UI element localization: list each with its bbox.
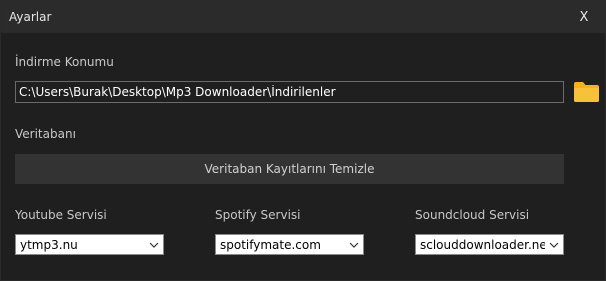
spotify-service-select[interactable]: spotifymate.com <box>215 234 364 255</box>
spotify-service-label: Spotify Servisi <box>215 208 301 222</box>
clear-database-button[interactable]: Veritaban Kayıtlarını Temizle <box>15 154 564 184</box>
download-location-label: İndirme Konumu <box>15 55 114 69</box>
title-bar: Ayarlar X <box>1 1 606 33</box>
chevron-down-icon <box>545 235 563 254</box>
window-title: Ayarlar <box>9 10 52 24</box>
soundcloud-service-select[interactable]: sclouddownloader.net <box>415 234 564 255</box>
chevron-down-icon <box>345 235 363 254</box>
chevron-down-icon <box>145 235 163 254</box>
database-label: Veritabanı <box>15 127 76 141</box>
download-path-field[interactable] <box>15 81 564 103</box>
youtube-service-value: ytmp3.nu <box>20 237 78 252</box>
youtube-service-select[interactable]: ytmp3.nu <box>15 234 164 255</box>
folder-icon[interactable] <box>573 80 600 103</box>
close-button[interactable]: X <box>561 1 606 33</box>
youtube-service-label: Youtube Servisi <box>15 208 107 222</box>
soundcloud-service-value: sclouddownloader.net <box>420 237 545 252</box>
soundcloud-service-label: Soundcloud Servisi <box>415 208 530 222</box>
settings-window: Ayarlar X İndirme Konumu Veritabanı Veri… <box>0 0 606 281</box>
spotify-service-value: spotifymate.com <box>220 237 321 252</box>
